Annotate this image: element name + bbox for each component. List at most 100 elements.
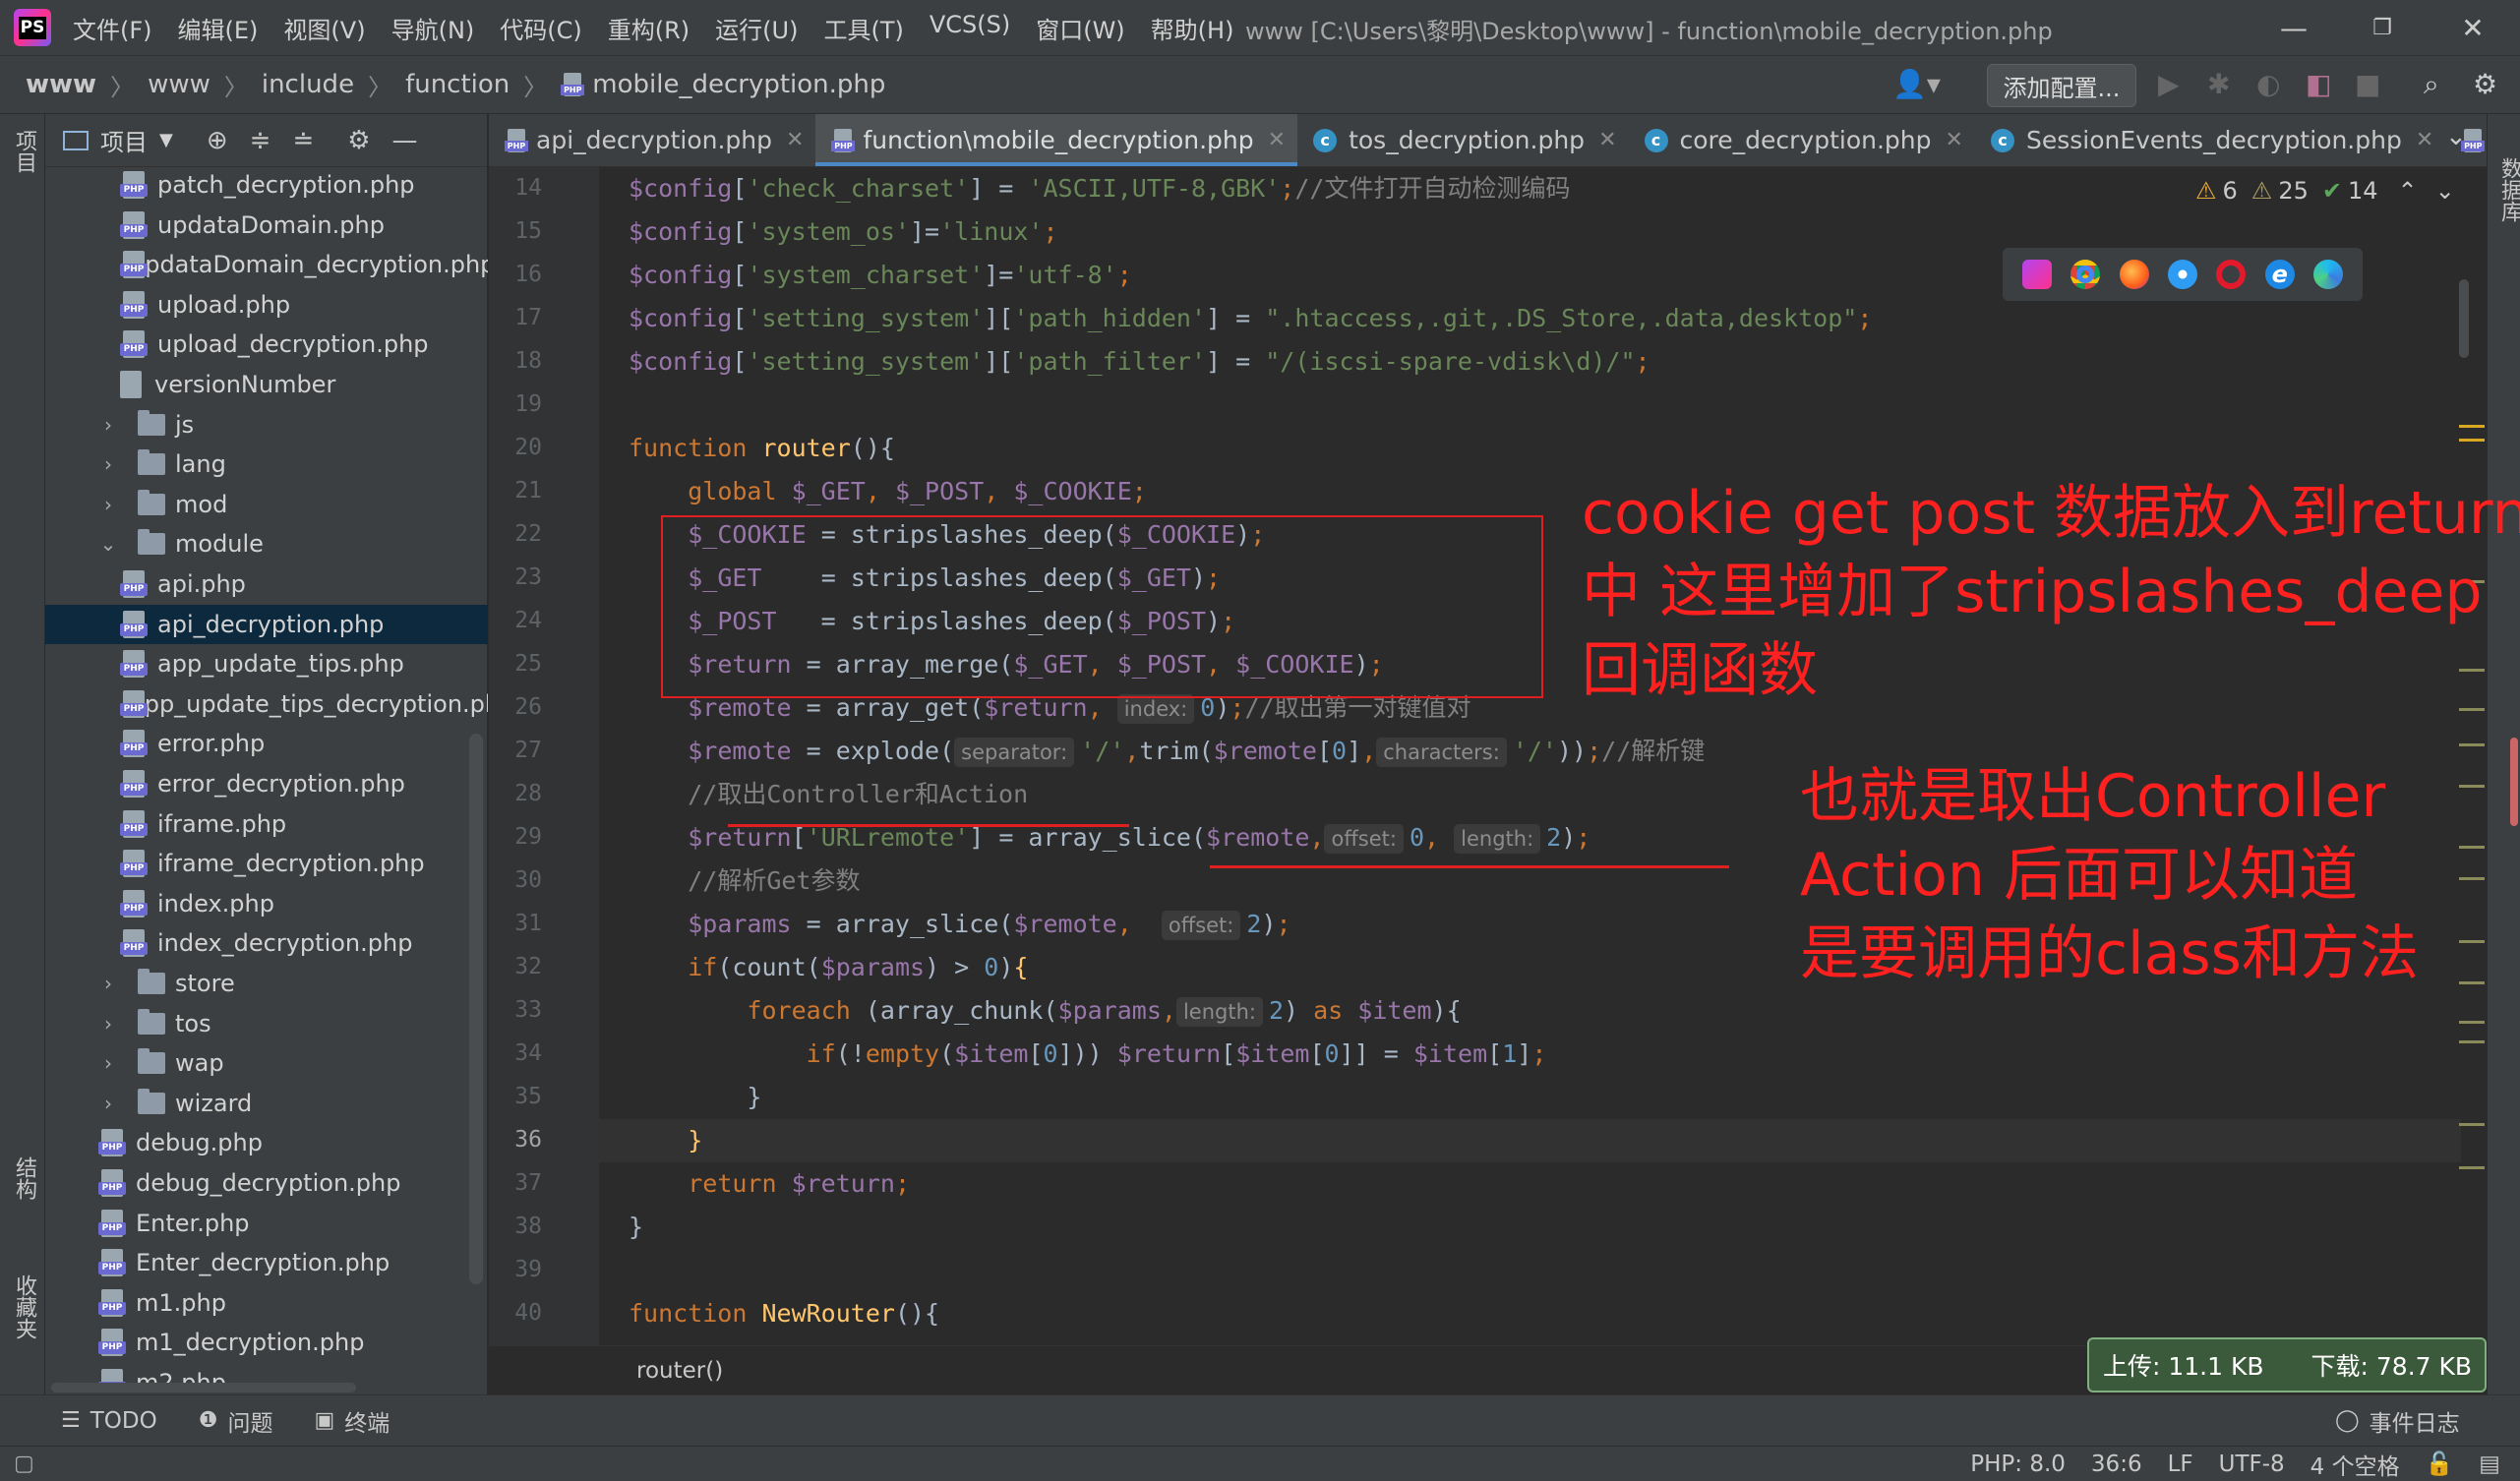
profiler-icon[interactable]: ◧ [2306,68,2331,100]
editor-tab[interactable]: PHP function\mobile_decryption.php ✕ [815,114,1298,166]
breadcrumb-item[interactable]: include [262,70,354,99]
menu-item[interactable]: 运行(U) [715,11,798,45]
user-icon[interactable]: 👤▾ [1892,68,1941,100]
toggle-tool-windows-icon[interactable]: ▢ [14,1451,34,1476]
database-tool-button[interactable]: 数据库 [2493,157,2520,222]
tree-item[interactable]: PHP index.php [45,884,488,923]
search-icon[interactable]: ⌕ [2424,68,2439,101]
chevron-down-icon[interactable]: ⌄ [96,532,120,556]
tree-item[interactable]: PHP upload.php [45,285,488,325]
chevron-down-icon[interactable]: ▼ [159,130,173,150]
chevron-right-icon[interactable]: › [96,1092,120,1115]
tree-item[interactable]: › js [45,405,488,444]
stripe-mark[interactable] [2459,877,2485,880]
editor-tab[interactable]: c SessionEvents_decryption.php ✕ [1975,114,2445,166]
tree-item[interactable]: › wap [45,1043,488,1083]
breadcrumb-item[interactable]: function [405,70,510,99]
project-horizontal-scrollbar[interactable] [51,1383,356,1392]
debug-icon[interactable]: ✱ [2207,68,2230,100]
collapse-all-icon[interactable]: ≐ [292,126,314,155]
menu-item[interactable]: 帮助(H) [1151,11,1234,45]
chevron-right-icon[interactable]: › [96,1012,120,1036]
tree-item[interactable]: PHP upload_decryption.php [45,325,488,364]
chevron-right-icon[interactable]: › [96,413,120,437]
editor-breadcrumb-item[interactable]: router() [636,1358,723,1384]
event-log-button[interactable]: ◯ 事件日志 [2335,1404,2460,1438]
memory-icon[interactable]: ▤ [2479,1451,2500,1477]
tree-item[interactable]: PHP debug_decryption.php [45,1163,488,1203]
project-tool-button[interactable]: 项目 [8,130,39,173]
tabs-overflow-chevron-icon[interactable]: ⌄ [2445,122,2467,151]
tree-item[interactable]: › store [45,964,488,1003]
chrome-icon[interactable] [2070,260,2101,289]
stop-icon[interactable]: ■ [2355,68,2380,100]
menu-item[interactable]: 编辑(E) [178,11,259,45]
tree-item[interactable]: › wizard [45,1084,488,1123]
close-tab-icon[interactable]: ✕ [786,128,804,152]
favorites-tool-button[interactable]: 收藏夹 [8,1274,39,1339]
locate-icon[interactable]: ⊕ [207,126,228,155]
file-encoding[interactable]: UTF-8 [2219,1451,2285,1477]
editor-tab[interactable]: c tos_decryption.php ✕ [1297,114,1628,166]
stripe-mark[interactable] [2459,743,2485,746]
line-separator[interactable]: LF [2168,1451,2193,1477]
run-icon[interactable]: ▶ [2158,68,2180,100]
close-tab-icon[interactable]: ✕ [2416,128,2433,152]
menu-item[interactable]: 代码(C) [500,11,581,45]
tree-item[interactable]: › mod [45,485,488,524]
previous-problem-icon[interactable]: ⌃ [2398,177,2418,205]
firefox-icon[interactable] [2119,260,2149,289]
minimize-icon[interactable]: — [2264,8,2323,47]
tree-item[interactable]: PHP error.php [45,724,488,763]
menu-item[interactable]: 重构(R) [608,11,690,45]
next-problem-icon[interactable]: ⌄ [2435,177,2455,205]
stripe-mark[interactable] [2459,981,2485,984]
stripe-mark[interactable] [2459,425,2485,428]
chevron-right-icon[interactable]: › [96,972,120,995]
tree-item[interactable]: PHP error_decryption.php [45,764,488,803]
menu-item[interactable]: VCS(S) [930,11,1010,45]
settings-icon[interactable]: ⚙ [2473,68,2497,100]
tree-item[interactable]: › tos [45,1004,488,1043]
menu-item[interactable]: 视图(V) [283,11,365,45]
breadcrumb-item[interactable]: www [148,70,210,99]
problems-tool-button[interactable]: ❶ 问题 [199,1404,273,1438]
tree-item[interactable]: ⌄ module [45,524,488,563]
project-scrollbar[interactable] [469,734,483,1284]
code-editor[interactable]: $config['check_charset'] = 'ASCII,UTF-8,… [599,167,2461,1345]
stripe-mark[interactable] [2459,1040,2485,1043]
stripe-mark[interactable] [2459,940,2485,943]
close-tab-icon[interactable]: ✕ [1598,128,1616,152]
opera-icon[interactable] [2216,260,2247,289]
tree-item[interactable]: PHP api.php [45,564,488,604]
chevron-right-icon[interactable]: › [96,452,120,476]
stripe-mark[interactable] [2459,785,2485,788]
todo-tool-button[interactable]: ☰ TODO [61,1408,157,1434]
editor-scroll-thumb[interactable] [2459,279,2469,358]
tree-item[interactable]: PHP app_update_tips.php [45,644,488,683]
editor-scrollbar[interactable] [2510,738,2518,826]
chevron-right-icon[interactable]: › [96,493,120,516]
close-tab-icon[interactable]: ✕ [1268,128,1286,152]
menu-item[interactable]: 窗口(W) [1036,11,1124,45]
safari-icon[interactable] [2167,260,2197,289]
tree-item[interactable]: PHP m1_decryption.php [45,1323,488,1362]
tree-item[interactable]: PHP app_update_tips_decryption.php [45,684,488,724]
close-tab-icon[interactable]: ✕ [1946,128,1963,152]
internet-explorer-icon[interactable]: e [2264,260,2295,289]
caret-position[interactable]: 36:6 [2091,1451,2142,1477]
restore-icon[interactable]: ❐ [2353,8,2412,47]
menu-item[interactable]: 文件(F) [73,11,152,45]
expand-all-icon[interactable]: ≑ [250,126,271,155]
tree-item[interactable]: PHP updataDomain.php [45,206,488,245]
stripe-mark[interactable] [2459,1123,2485,1126]
stripe-mark[interactable] [2459,1166,2485,1169]
tree-item[interactable]: PHP Enter_decryption.php [45,1243,488,1282]
phpstorm-browser-icon[interactable] [2021,260,2052,289]
php-level[interactable]: PHP: 8.0 [1970,1451,2066,1477]
edge-icon[interactable] [2313,260,2344,289]
chevron-right-icon[interactable]: › [96,1051,120,1075]
structure-tool-button[interactable]: 结构 [8,1156,39,1200]
inspection-widget[interactable]: ⚠ 6 ⚠ 25 ✔ 14 ⌃ ⌄ [2195,177,2455,205]
breadcrumb-root[interactable]: www [26,70,96,99]
